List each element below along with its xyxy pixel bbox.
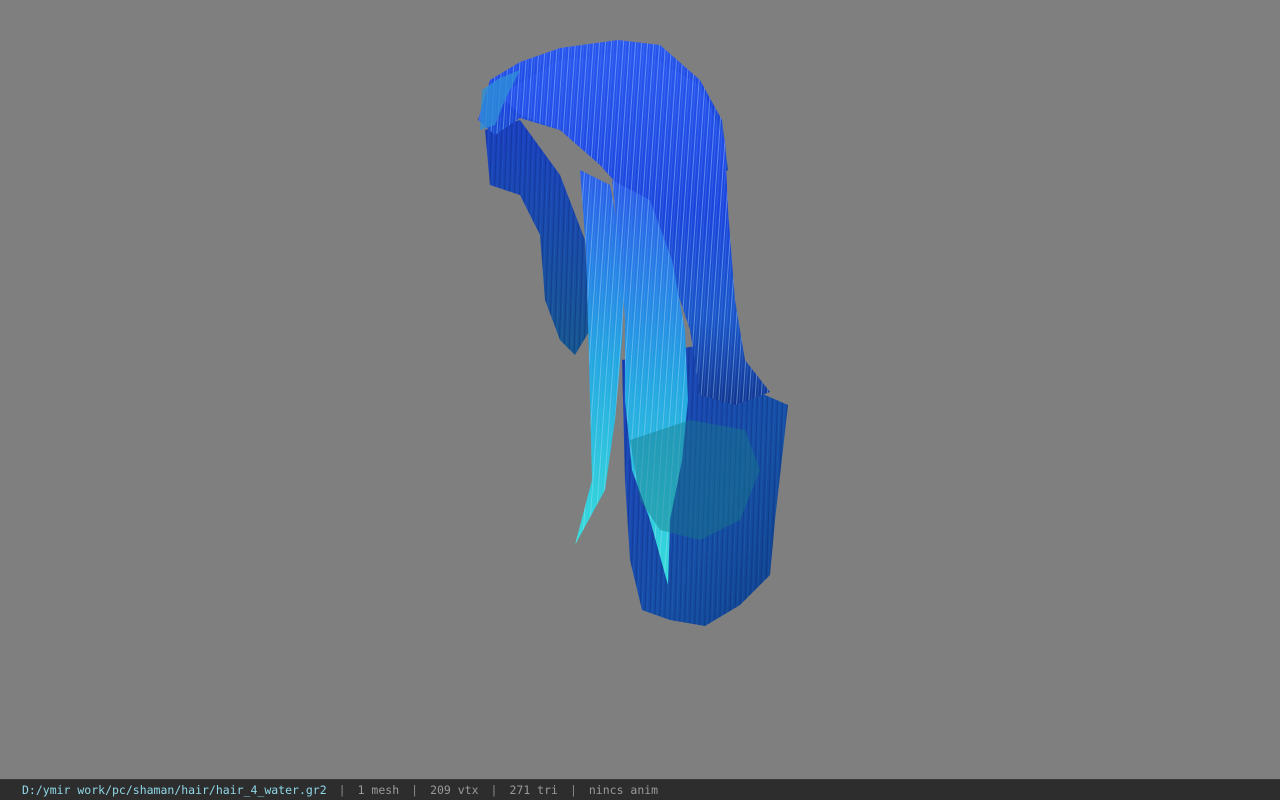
triangle-count: 271 tri	[509, 783, 558, 797]
separator: |	[411, 783, 419, 797]
separator: |	[338, 783, 346, 797]
separator: |	[569, 783, 577, 797]
status-bar: D:/ymir work/pc/shaman/hair/hair_4_water…	[0, 779, 1280, 800]
separator: |	[490, 783, 498, 797]
animation-status: nincs anim	[588, 783, 659, 797]
file-path: D:/ymir work/pc/shaman/hair/hair_4_water…	[22, 783, 327, 797]
vertex-count: 209 vtx	[430, 783, 479, 797]
hair-model-render	[478, 40, 788, 626]
mesh-count: 1 mesh	[357, 783, 400, 797]
3d-viewport[interactable]	[0, 0, 1280, 779]
